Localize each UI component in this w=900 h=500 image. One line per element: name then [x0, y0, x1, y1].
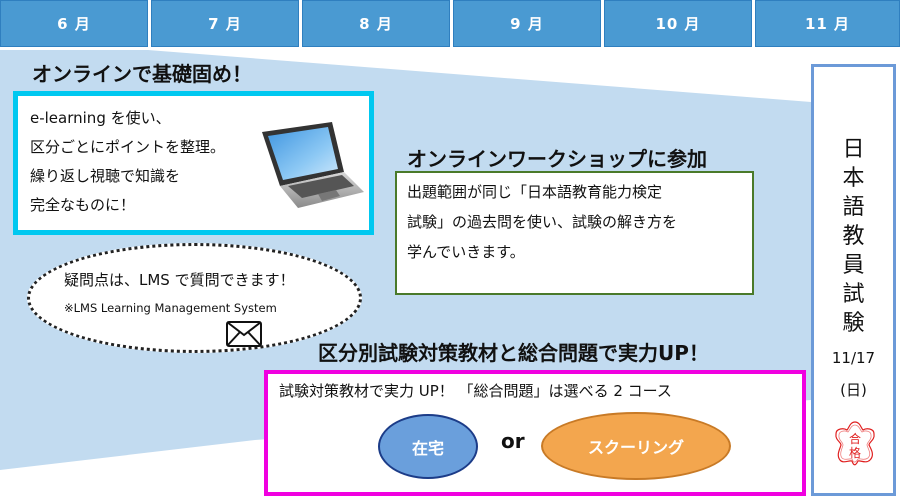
exam-date: 11/17 — [831, 349, 876, 367]
month-cell: 6 月 — [0, 0, 148, 47]
or-label: or — [501, 429, 525, 453]
month-cell: 7 月 — [151, 0, 299, 47]
home-course-option[interactable]: 在宅 — [378, 414, 478, 479]
online-basics-text: e-learning を使い、 区分ごとにポイントを整理。 繰り返し視聴で知識を… — [30, 109, 226, 214]
laptop-icon — [262, 122, 364, 208]
workshop-text: 出題範囲が同じ「日本語教育能力検定 試験」の過去問を使い、試験の解き方を 学んで… — [407, 183, 678, 261]
lms-question-text: 疑問点は、LMS で質問できます！ — [64, 271, 295, 289]
exam-panel: 日 本 語 教 員 試 験 11/17 (日) 合 格 — [811, 64, 896, 496]
stamp-char: 格 — [849, 445, 861, 460]
materials-subtitle: 試験対策教材で実力 UP！ 「総合問題」は選べる 2 コース — [279, 382, 672, 400]
exam-title: 日 本 語 教 員 試 験 — [842, 137, 865, 336]
workshop-title: オンラインワークショップに参加 — [407, 147, 707, 171]
month-cell: 10 月 — [604, 0, 752, 47]
exam-weekday: (日) — [840, 381, 867, 399]
schooling-course-option[interactable]: スクーリング — [541, 412, 731, 480]
month-cell: 9 月 — [453, 0, 601, 47]
month-header: 6 月 7 月 8 月 9 月 10 月 11 月 — [0, 0, 900, 47]
pass-stamp-icon: 合 格 — [835, 421, 875, 466]
envelope-icon — [226, 321, 262, 347]
month-cell: 11 月 — [755, 0, 900, 47]
online-basics-title: オンラインで基礎固め！ — [32, 62, 252, 86]
materials-title: 区分別試験対策教材と総合問題で実力UP！ — [318, 341, 709, 365]
lms-bubble: 疑問点は、LMS で質問できます！ ※LMS Learning Manageme… — [27, 243, 362, 353]
month-cell: 8 月 — [302, 0, 450, 47]
lms-note: ※LMS Learning Management System — [64, 301, 277, 315]
stamp-char: 合 — [849, 431, 861, 446]
materials-box: 試験対策教材で実力 UP！ 「総合問題」は選べる 2 コース 在宅 or スクー… — [264, 370, 806, 496]
workshop-box: 出題範囲が同じ「日本語教育能力検定 試験」の過去問を使い、試験の解き方を 学んで… — [395, 171, 754, 295]
